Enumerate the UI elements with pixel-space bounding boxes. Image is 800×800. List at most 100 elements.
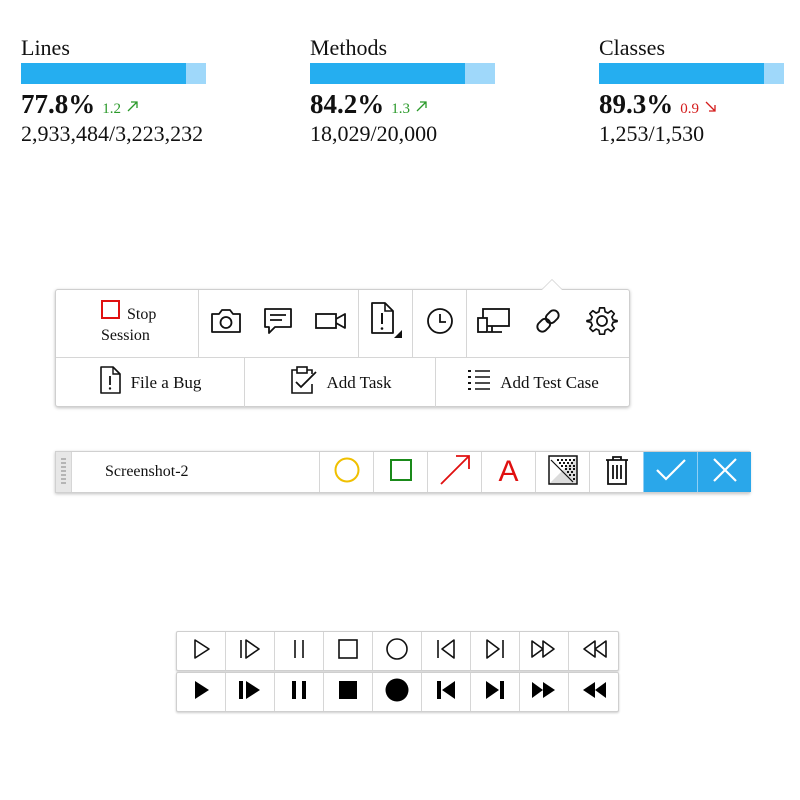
metric-delta: 0.9 — [680, 101, 699, 117]
stop-icon — [337, 679, 359, 706]
link-button[interactable] — [521, 290, 575, 357]
metric-label: Lines — [21, 35, 70, 60]
add-test-case-button[interactable]: Add Test Case — [436, 358, 629, 407]
metric-percent: 77.8% — [21, 89, 96, 119]
step-forward-icon — [237, 679, 263, 706]
stop-icon — [101, 300, 120, 319]
coverage-bar-fill — [599, 63, 764, 84]
play-button[interactable] — [177, 673, 226, 711]
metric-delta: 1.2 — [102, 101, 121, 117]
metric-label: Methods — [310, 35, 387, 60]
skip-back-button[interactable] — [422, 673, 471, 711]
gear-icon — [586, 305, 618, 342]
camera-icon — [209, 307, 243, 340]
blur-tool-button[interactable] — [535, 452, 589, 492]
add-task-button[interactable]: Add Task — [245, 358, 436, 407]
record-button[interactable] — [373, 632, 422, 670]
rectangle-icon — [389, 458, 413, 487]
media-controls-outline — [176, 631, 619, 671]
cancel-button[interactable] — [697, 452, 751, 492]
pause-icon — [289, 679, 309, 706]
arrow-icon — [438, 453, 472, 492]
monitor-icon — [476, 306, 512, 341]
fast-forward-icon — [530, 679, 558, 706]
annotation-toolbar: Screenshot-2 A — [55, 451, 751, 493]
clipboard-check-icon — [288, 365, 318, 400]
ellipse-icon — [333, 456, 361, 489]
pause-button[interactable] — [275, 632, 324, 670]
popover-caret — [541, 279, 563, 290]
cancel-icon — [711, 456, 739, 489]
file-warning-icon — [366, 300, 406, 347]
fast-forward-button[interactable] — [520, 632, 569, 670]
text-icon: A — [498, 455, 519, 488]
media-controls-filled — [176, 672, 619, 712]
play-button[interactable] — [177, 632, 226, 670]
metric-lines: Lines 77.8% 1.2 2,933,484/3,223,232 — [21, 36, 261, 147]
metric-methods: Methods 84.2% 1.3 18,029/20,000 — [310, 36, 550, 147]
rewind-icon — [580, 638, 608, 665]
list-icon — [466, 367, 492, 398]
fast-forward-button[interactable] — [520, 673, 569, 711]
link-icon — [532, 305, 564, 342]
trend-down-icon — [704, 100, 717, 118]
history-button[interactable] — [413, 290, 467, 357]
pause-icon — [290, 638, 308, 665]
metric-ratio: 18,029/20,000 — [310, 121, 438, 146]
drag-handle-icon[interactable] — [56, 452, 72, 492]
video-icon — [314, 310, 348, 337]
text-tool-button[interactable]: A — [481, 452, 535, 492]
coverage-bar-fill — [21, 63, 186, 84]
metric-percent: 84.2% — [310, 89, 385, 119]
screenshot-button[interactable] — [199, 290, 253, 357]
rewind-button[interactable] — [569, 673, 618, 711]
play-icon — [190, 638, 212, 665]
record-icon — [384, 677, 410, 708]
skip-forward-button[interactable] — [471, 632, 520, 670]
device-button[interactable] — [467, 290, 521, 357]
fast-forward-icon — [530, 638, 558, 665]
stop-icon — [337, 638, 359, 665]
metric-ratio: 2,933,484/3,223,232 — [21, 121, 204, 146]
add-task-label: Add Task — [326, 372, 392, 392]
delete-tool-button[interactable] — [589, 452, 643, 492]
skip-forward-icon — [484, 638, 506, 665]
arrow-tool-button[interactable] — [427, 452, 481, 492]
skip-back-button[interactable] — [422, 632, 471, 670]
comment-button[interactable] — [253, 290, 303, 357]
step-forward-button[interactable] — [226, 673, 275, 711]
stop-label: Stop — [127, 306, 157, 323]
step-forward-button[interactable] — [226, 632, 275, 670]
file-a-bug-button[interactable]: File a Bug — [56, 358, 245, 407]
record-video-button[interactable] — [303, 290, 359, 357]
session-toolbar: Stop Session File a Bug Add Task Add Tes… — [55, 279, 630, 407]
metric-classes: Classes 89.3% 0.9 1,253/1,530 — [599, 36, 800, 147]
metric-delta: 1.3 — [391, 101, 410, 117]
rewind-button[interactable] — [569, 632, 618, 670]
file-warning-icon — [99, 365, 123, 400]
metric-percent: 89.3% — [599, 89, 674, 119]
screenshot-name[interactable]: Screenshot-2 — [105, 452, 189, 492]
skip-back-icon — [435, 638, 457, 665]
skip-forward-button[interactable] — [471, 673, 520, 711]
pause-button[interactable] — [275, 673, 324, 711]
file-notes-button[interactable] — [359, 290, 413, 358]
stop-button[interactable] — [324, 632, 373, 670]
step-forward-icon — [238, 638, 262, 665]
comment-icon — [262, 306, 294, 341]
blur-icon — [547, 454, 579, 491]
record-button[interactable] — [373, 673, 422, 711]
rectangle-tool-button[interactable] — [373, 452, 427, 492]
coverage-bar — [599, 63, 784, 84]
stop-session-button[interactable]: Stop Session — [56, 290, 199, 357]
coverage-bar — [310, 63, 495, 84]
settings-button[interactable] — [575, 290, 629, 357]
metric-ratio: 1,253/1,530 — [599, 121, 705, 146]
trend-up-icon — [415, 100, 428, 118]
session-label: Session — [101, 327, 150, 344]
add-test-case-label: Add Test Case — [500, 372, 599, 392]
stop-button[interactable] — [324, 673, 373, 711]
ellipse-tool-button[interactable] — [319, 452, 373, 492]
confirm-button[interactable] — [643, 452, 697, 492]
rewind-icon — [580, 679, 608, 706]
